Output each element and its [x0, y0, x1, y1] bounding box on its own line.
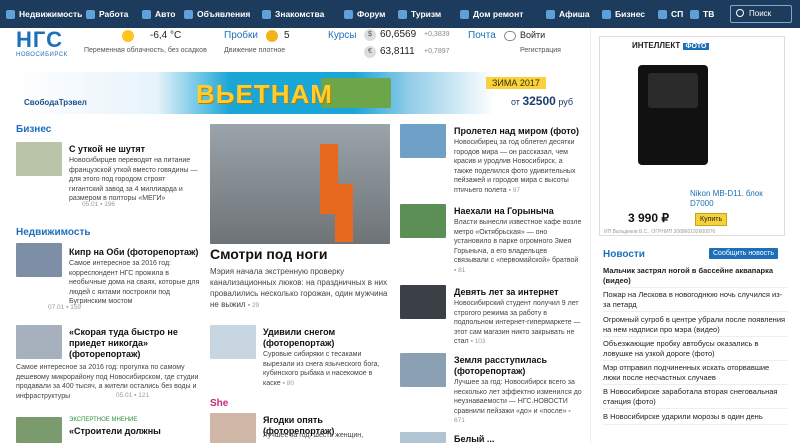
nav-item-business[interactable]: Бизнес [602, 9, 658, 19]
nav-item-afisha[interactable]: Афиша [546, 9, 602, 19]
news-item[interactable]: В Новосибирске ударили морозы в один ден… [603, 412, 788, 425]
article-card[interactable]: Девять лет за интернет Новосибирский сту… [400, 285, 582, 349]
nav-item-sp[interactable]: СП [658, 9, 690, 19]
article-image [400, 124, 446, 158]
chat-icon [344, 9, 353, 19]
article-image [16, 243, 62, 277]
article-card[interactable]: «Скорая туда быстро не приедет никогда» … [16, 325, 201, 409]
article-card[interactable]: Белый ... [400, 432, 582, 444]
article-card[interactable]: Ягодки опять (фоторепортаж) Лучшее за го… [210, 413, 390, 443]
header: НГС НОВОСИБИРСК -6,4 °С Переменная облач… [0, 28, 590, 70]
site-logo[interactable]: НГС НОВОСИБИРСК [16, 28, 76, 64]
nav-item-realty[interactable]: Недвижимость [6, 9, 86, 19]
article-image [16, 142, 62, 176]
nav-item-tourism[interactable]: Туризм [398, 9, 460, 19]
search-icon [736, 9, 744, 17]
list-icon [184, 9, 193, 19]
article-image [400, 285, 446, 319]
section-she[interactable]: She [210, 398, 228, 409]
news-item[interactable]: Пожар на Лескова в новогоднюю ночь случи… [603, 290, 788, 312]
login-link[interactable]: Войти [520, 30, 545, 40]
submit-news-button[interactable]: Сообщить новость [709, 248, 778, 259]
plane-icon [398, 9, 407, 19]
article-image [16, 417, 62, 443]
battery-grip-image [638, 65, 708, 165]
section-business[interactable]: Бизнес [16, 124, 51, 135]
cone-image [335, 184, 353, 242]
section-realty[interactable]: Недвижимость [16, 227, 91, 238]
right-rail: ИНТЕЛЛЕКТ ФОТО Nikon MB-D11. блок D7000 … [590, 28, 800, 443]
article-image [400, 204, 446, 238]
hero-image[interactable] [210, 124, 390, 244]
article-card[interactable]: Кипр на Оби (фоторепортаж) Самое интерес… [16, 243, 201, 317]
article-image [16, 325, 62, 359]
cart-icon [658, 9, 667, 19]
car-icon [142, 9, 151, 19]
house-icon [6, 9, 15, 19]
chart-icon [602, 9, 611, 19]
news-heading[interactable]: Новости [603, 249, 645, 260]
article-image [400, 432, 446, 443]
nav-item-tv[interactable]: ТВ [690, 9, 720, 19]
article-card[interactable]: Пролетел над миром (фото) Новосибирец за… [400, 124, 582, 200]
article-image [400, 353, 446, 387]
register-link[interactable]: Регистрация [520, 47, 561, 54]
ticket-icon [546, 9, 555, 19]
news-item[interactable]: Мэр отправил подчиненных искать оторвавш… [603, 363, 788, 385]
search-button[interactable]: Поиск [730, 5, 792, 23]
article-image [210, 325, 256, 359]
buy-button[interactable]: Купить [695, 213, 728, 226]
product-price: 3 990 ₽ [628, 211, 669, 225]
tv-icon [690, 9, 699, 19]
nav-item-jobs[interactable]: Работа [86, 9, 142, 19]
user-icon [504, 31, 516, 41]
briefcase-icon [86, 9, 95, 19]
article-card[interactable]: Наехали на Горыныча Власти вынесли извес… [400, 204, 582, 280]
article-card[interactable]: Удивили снегом (фоторепортаж) Суровые си… [210, 325, 390, 395]
article-card[interactable]: С уткой не шутят Новосибирцев переводят … [16, 142, 201, 218]
nav-item-auto[interactable]: Авто [142, 9, 184, 19]
news-item[interactable]: В Новосибирске заработала вторая снегова… [603, 387, 788, 409]
product-name[interactable]: Nikon MB-D11. блок D7000 [690, 189, 770, 209]
news-item[interactable]: Мальчик застрял ногой в бассейне аквапар… [603, 266, 788, 288]
hammer-icon [460, 9, 469, 19]
top-navigation: Недвижимость Работа Авто Объявления Знак… [0, 0, 800, 28]
article-card[interactable]: ЭКСПЕРТНОЕ МНЕНИЕ «Строители должны [16, 417, 201, 443]
vietnam-ad-banner[interactable]: СвободаТрэвел ВЬЕТНАМ ЗИМА 2017 от 32500… [16, 72, 579, 114]
product-ad[interactable]: ИНТЕЛЛЕКТ ФОТО Nikon MB-D11. блок D7000 … [599, 36, 785, 236]
article-image [210, 413, 256, 443]
dollar-icon: $ [364, 29, 376, 41]
euro-icon: € [364, 46, 376, 58]
news-item[interactable]: Объезжающие пробку автобусы оказались в … [603, 339, 788, 361]
nav-item-home-repair[interactable]: Дом ремонт [460, 9, 546, 19]
news-item[interactable]: Огромный сугроб в центре убрали после по… [603, 315, 788, 337]
hero-text: Мэрия начала экстренную проверку канализ… [210, 267, 388, 309]
traffic-light-icon [266, 30, 278, 42]
nav-item-forum[interactable]: Форум [344, 9, 398, 19]
hero-title[interactable]: Смотри под ноги [210, 246, 327, 262]
heart-icon [262, 9, 271, 19]
nav-item-ads[interactable]: Объявления [184, 9, 262, 19]
nav-item-dating[interactable]: Знакомства [262, 9, 344, 19]
sun-cloud-icon [122, 30, 134, 42]
article-card[interactable]: Земля расступилась (фоторепортаж) Лучшее… [400, 353, 582, 429]
